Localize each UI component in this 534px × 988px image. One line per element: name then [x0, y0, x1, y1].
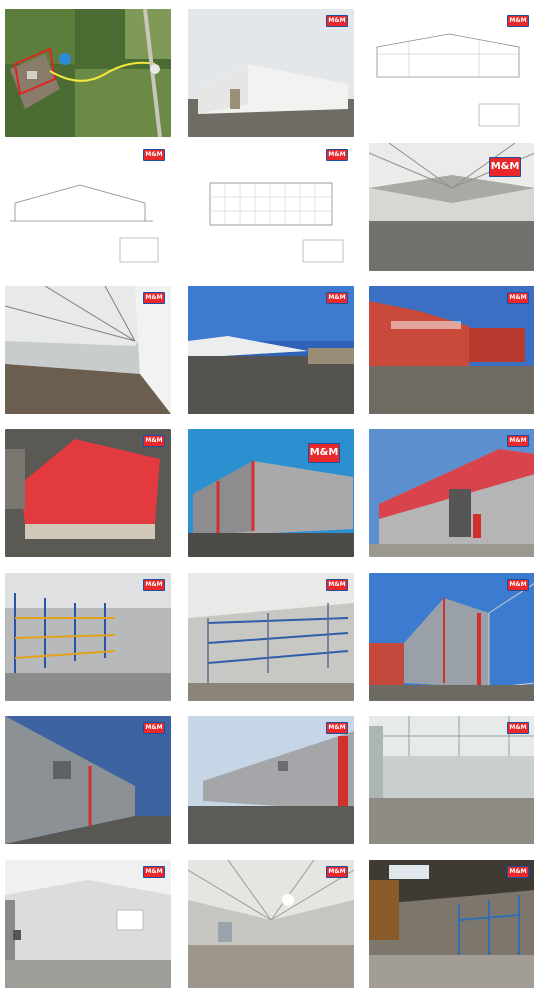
- gallery-tile-hall-long-side-yard[interactable]: M&M: [188, 716, 354, 844]
- photo-gallery: M&M M&M M&M M&M M&M M&M M&M M&M M&M M&M …: [5, 9, 534, 988]
- pallet-racks-interior-photo: [5, 573, 171, 701]
- gallery-tile-pallet-racks[interactable]: M&M: [5, 573, 171, 701]
- logo-label: M&M: [309, 447, 339, 458]
- red-roof-aerial-photo: [5, 429, 171, 557]
- hall-entrance-door-photo: [369, 429, 534, 557]
- insulated-hall-interior-photo: [5, 860, 171, 988]
- gallery-tile-tent-hall-interior-side[interactable]: M&M: [5, 286, 171, 414]
- gallery-tile-hall-entrance[interactable]: M&M: [369, 429, 534, 557]
- gallery-tile-empty-steel-hall[interactable]: M&M: [369, 716, 534, 844]
- lit-tent-hall-interior-photo: [188, 860, 354, 988]
- hall-cross-section-drawing: [5, 143, 171, 271]
- hall-floor-plan-drawing: [188, 143, 354, 271]
- gallery-tile-warehouse-racks[interactable]: M&M: [369, 860, 534, 988]
- gallery-tile-tent-hall-interior[interactable]: M&M: [369, 143, 534, 271]
- logo-label: M&M: [328, 868, 346, 875]
- gallery-tile-red-brick-building[interactable]: M&M: [369, 286, 534, 414]
- yard-with-tent-halls-photo: [188, 286, 354, 414]
- logo-label: M&M: [328, 724, 346, 731]
- logo-label: M&M: [145, 581, 163, 588]
- gallery-tile-grey-red-hall[interactable]: M&M: [188, 429, 354, 557]
- logo-label: M&M: [509, 17, 527, 24]
- gallery-tile-hall-floor-plan[interactable]: M&M: [188, 143, 354, 271]
- aerial-map-photo: [5, 9, 171, 137]
- logo-label: M&M: [328, 294, 346, 301]
- warehouse-racks-interior-photo: [369, 860, 534, 988]
- logo-label: M&M: [509, 724, 527, 731]
- logo-label: M&M: [328, 581, 346, 588]
- empty-steel-hall-interior-photo: [369, 716, 534, 844]
- gallery-tile-hall-long-side[interactable]: M&M: [5, 716, 171, 844]
- gallery-tile-aerial-map[interactable]: [5, 9, 171, 137]
- gallery-tile-hall-cross-section[interactable]: M&M: [5, 143, 171, 271]
- hall-long-side-photo: [5, 716, 171, 844]
- red-brick-building-photo: [369, 286, 534, 414]
- logo-label: M&M: [145, 868, 163, 875]
- hall-long-side-yard-photo: [188, 716, 354, 844]
- pallet-racks-tent-interior-photo: [188, 573, 354, 701]
- logo-label: M&M: [509, 581, 527, 588]
- gallery-tile-insulated-hall-interior[interactable]: M&M: [5, 860, 171, 988]
- gallery-tile-pallet-racks-tent[interactable]: M&M: [188, 573, 354, 701]
- logo-label: M&M: [509, 437, 527, 444]
- gallery-tile-hall-gable-end[interactable]: M&M: [369, 573, 534, 701]
- gallery-tile-lit-tent-hall[interactable]: M&M: [188, 860, 354, 988]
- logo-label: M&M: [509, 868, 527, 875]
- gallery-tile-red-roof-aerial[interactable]: M&M: [5, 429, 171, 557]
- hall-gable-end-photo: [369, 573, 534, 701]
- logo-label: M&M: [509, 294, 527, 301]
- tent-hall-exterior-photo: [188, 9, 354, 137]
- gallery-tile-tent-hall-exterior[interactable]: M&M: [188, 9, 354, 137]
- logo-label: M&M: [328, 151, 346, 158]
- tent-hall-interior-side-photo: [5, 286, 171, 414]
- logo-label: M&M: [145, 151, 163, 158]
- gallery-tile-yard-tent-halls[interactable]: M&M: [188, 286, 354, 414]
- gallery-tile-hall-elevation[interactable]: M&M: [369, 9, 534, 137]
- logo-label: M&M: [145, 437, 163, 444]
- hall-side-elevation-drawing: [369, 9, 534, 137]
- logo-label: M&M: [490, 161, 520, 172]
- logo-label: M&M: [145, 294, 163, 301]
- logo-label: M&M: [328, 17, 346, 24]
- logo-label: M&M: [145, 724, 163, 731]
